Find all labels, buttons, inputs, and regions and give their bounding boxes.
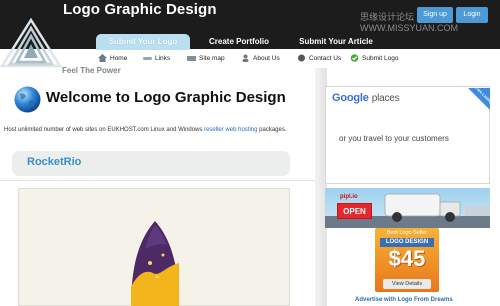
open-sign: OPEN <box>337 203 372 219</box>
sitemap-icon <box>187 56 196 61</box>
subnav-links[interactable]: Links <box>143 52 170 64</box>
rocketrio-logo-image[interactable] <box>18 188 290 306</box>
user-icon <box>242 54 249 62</box>
subnav-label: About Us <box>253 54 280 62</box>
subnav-about-us[interactable]: About Us <box>241 52 280 64</box>
hosting-text: Host unlimited number of web sites on EU… <box>4 126 309 135</box>
contact-icon <box>298 54 305 62</box>
pipl-label: pipl.io <box>340 194 358 200</box>
reseller-hosting-link[interactable]: reseller web hosting <box>204 127 257 133</box>
view-details-button[interactable]: View Details <box>383 279 431 289</box>
rocketrio-title[interactable]: RocketRio <box>27 156 81 168</box>
subnav-home[interactable]: Home <box>98 52 127 64</box>
subnav-label: Links <box>155 54 171 62</box>
places-wordmark: places <box>371 93 400 104</box>
google-places-logo: Google places <box>332 92 400 104</box>
google-wordmark: Google <box>332 92 369 104</box>
site-title[interactable]: Logo Graphic Design <box>63 1 217 18</box>
free-listing-ribbon: Free Listing <box>468 88 490 110</box>
ad-price: $45 <box>388 246 426 271</box>
page-title: Welcome to Logo Graphic Design <box>46 89 286 106</box>
check-icon <box>350 54 359 62</box>
login-button[interactable]: Login <box>456 7 488 23</box>
sidebar-top <box>327 68 500 86</box>
divider <box>0 180 315 181</box>
advertise-link[interactable]: Advertise with Logo From Dreams <box>355 297 453 303</box>
subnav-contact-us[interactable]: Contact Us <box>297 52 341 64</box>
google-places-text: or you travel to your customers <box>339 134 449 143</box>
hosting-text-tail: packages. <box>259 127 287 133</box>
subnav-label: Site map <box>199 54 225 62</box>
subnav-label: Home <box>110 54 128 62</box>
hosting-text-body: Host unlimited number of web sites on EU… <box>4 127 203 133</box>
globe-icon <box>14 86 41 113</box>
subnav-label: Contact Us <box>309 54 342 62</box>
signup-button[interactable]: Sign up <box>417 7 453 23</box>
subnav-sitemap[interactable]: Site map <box>187 52 225 64</box>
site-logo-icon[interactable] <box>0 18 62 68</box>
subnav-submit-logo[interactable]: Submit Logo <box>350 52 399 64</box>
ad-best-seller: Best Logo Seller <box>386 230 428 236</box>
home-icon <box>98 54 107 62</box>
subnav-label: Submit Logo <box>362 54 399 62</box>
rocket-icon <box>131 221 179 306</box>
tagline: Feel The Power <box>62 66 121 75</box>
link-icon <box>143 57 152 60</box>
tab-submit-your-logo[interactable]: Submit Your Logo <box>96 34 190 50</box>
tab-submit-your-article[interactable]: Submit Your Article <box>288 34 384 50</box>
tab-create-portfolio[interactable]: Create Portfolio <box>196 34 282 50</box>
